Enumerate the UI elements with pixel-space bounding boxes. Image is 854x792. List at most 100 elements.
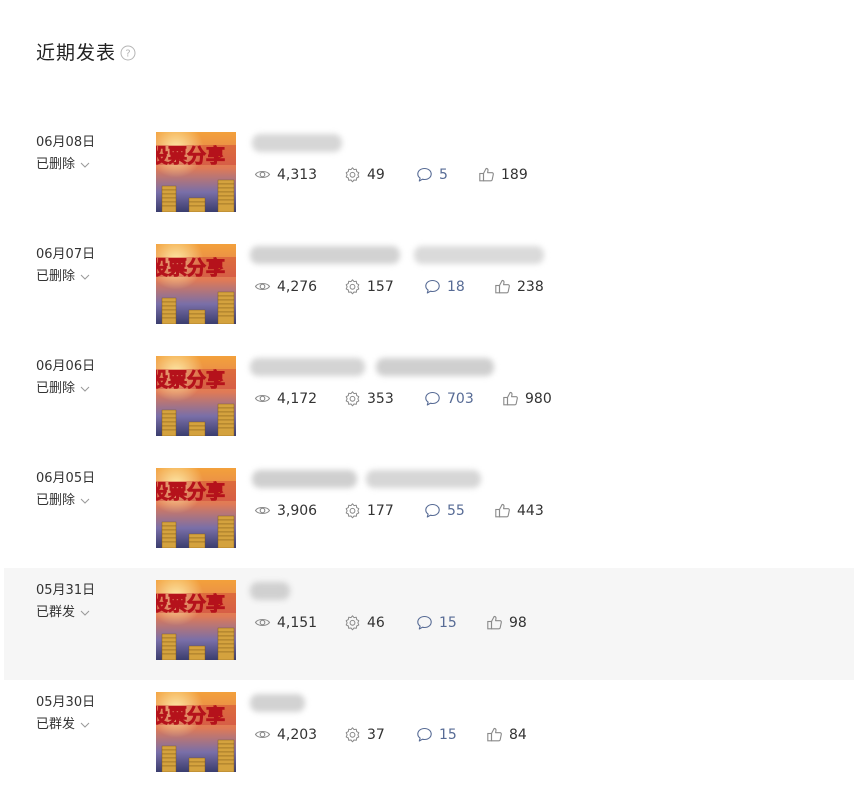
svg-text:股票分享: 股票分享 [156, 368, 225, 391]
views-count: 4,172 [277, 390, 318, 407]
eye-icon [254, 730, 271, 739]
chevron-down-icon [80, 610, 90, 616]
likes-stat: 98 [486, 614, 527, 631]
gear-share-icon [345, 167, 360, 183]
gear-share-icon [345, 391, 360, 407]
likes-stat: 980 [502, 390, 552, 407]
shares-stat: 157 [344, 278, 424, 295]
comments-count: 703 [447, 390, 474, 407]
post-date: 06月07日 [36, 247, 96, 262]
likes-count: 98 [509, 614, 527, 631]
eye-icon [254, 282, 271, 291]
question-circle-icon[interactable]: ? [120, 45, 136, 61]
gear-share-icon [345, 279, 360, 295]
eye-icon [254, 618, 271, 627]
post-row[interactable]: 06月06日 已删除 股票分享 4,172 353 703 980 [0, 344, 854, 456]
gear-share-icon [345, 727, 360, 743]
post-status-label: 已删除 [36, 493, 76, 508]
post-date: 05月31日 [36, 583, 96, 598]
post-status-dropdown[interactable]: 已删除 [36, 380, 95, 398]
thumbs-up-icon [495, 503, 510, 518]
comments-stat[interactable]: 55 [424, 502, 494, 519]
views-count: 4,313 [277, 166, 318, 183]
comments-count: 55 [447, 502, 465, 519]
shares-stat: 353 [344, 390, 424, 407]
views-count: 4,151 [277, 614, 318, 631]
comment-icon [417, 167, 432, 182]
post-thumbnail[interactable]: 股票分享 [156, 244, 236, 324]
likes-stat: 84 [486, 726, 527, 743]
comment-icon [425, 503, 440, 518]
comments-stat[interactable]: 703 [424, 390, 502, 407]
post-status-dropdown[interactable]: 已群发 [36, 716, 95, 734]
chevron-down-icon [80, 274, 90, 280]
section-header: 近期发表 ? [36, 38, 136, 65]
eye-icon [254, 394, 271, 403]
shares-stat: 37 [344, 726, 416, 743]
views-stat: 4,151 [254, 614, 344, 631]
post-thumbnail[interactable]: 股票分享 [156, 356, 236, 436]
post-status-dropdown[interactable]: 已删除 [36, 156, 95, 174]
thumbs-up-icon [487, 727, 502, 742]
comments-stat[interactable]: 15 [416, 726, 486, 743]
post-row[interactable]: 05月31日 已群发 股票分享 4,151 46 15 98 [4, 568, 854, 680]
likes-stat: 189 [478, 166, 528, 183]
likes-count: 443 [517, 502, 544, 519]
post-date: 06月05日 [36, 471, 96, 486]
eye-icon [254, 506, 271, 515]
shares-count: 46 [367, 614, 385, 631]
shares-count: 353 [367, 390, 394, 407]
svg-text:股票分享: 股票分享 [156, 592, 225, 615]
comments-stat[interactable]: 15 [416, 614, 486, 631]
post-thumbnail[interactable]: 股票分享 [156, 132, 236, 212]
comments-stat[interactable]: 18 [424, 278, 494, 295]
eye-icon [254, 170, 271, 179]
likes-count: 980 [525, 390, 552, 407]
shares-stat: 46 [344, 614, 416, 631]
thumbs-up-icon [495, 279, 510, 294]
views-count: 4,276 [277, 278, 318, 295]
post-row[interactable]: 05月30日 已群发 股票分享 4,203 37 15 84 [0, 680, 854, 792]
likes-stat: 238 [494, 278, 544, 295]
recent-posts-page: 近期发表 ? 06月08日 已删除 股票分享 4,313 49 5 189 06… [0, 0, 854, 779]
post-list: 06月08日 已删除 股票分享 4,313 49 5 189 06月07日 已删… [0, 120, 854, 792]
svg-text:股票分享: 股票分享 [156, 144, 225, 167]
comments-stat[interactable]: 5 [416, 166, 478, 183]
chevron-down-icon [80, 498, 90, 504]
svg-text:股票分享: 股票分享 [156, 704, 225, 727]
post-status-label: 已删除 [36, 157, 76, 172]
views-stat: 4,313 [254, 166, 344, 183]
post-status-dropdown[interactable]: 已删除 [36, 492, 95, 510]
likes-count: 84 [509, 726, 527, 743]
shares-count: 177 [367, 502, 394, 519]
post-date: 06月06日 [36, 359, 96, 374]
svg-text:?: ? [125, 48, 130, 59]
comments-count: 15 [439, 726, 457, 743]
chevron-down-icon [80, 162, 90, 168]
shares-count: 157 [367, 278, 394, 295]
post-row[interactable]: 06月08日 已删除 股票分享 4,313 49 5 189 [0, 120, 854, 232]
views-stat: 4,203 [254, 726, 344, 743]
post-status-label: 已群发 [36, 605, 76, 620]
comment-icon [425, 279, 440, 294]
shares-stat: 49 [344, 166, 416, 183]
comment-icon [417, 727, 432, 742]
views-stat: 4,172 [254, 390, 344, 407]
post-status-label: 已群发 [36, 717, 76, 732]
post-date: 06月08日 [36, 135, 96, 150]
views-count: 3,906 [277, 502, 318, 519]
post-row[interactable]: 06月05日 已删除 股票分享 3,906 177 55 443 [0, 456, 854, 568]
post-status-dropdown[interactable]: 已删除 [36, 268, 95, 286]
chevron-down-icon [80, 386, 90, 392]
post-thumbnail[interactable]: 股票分享 [156, 580, 236, 660]
post-date: 05月30日 [36, 695, 96, 710]
thumbs-up-icon [503, 391, 518, 406]
post-row[interactable]: 06月07日 已删除 股票分享 4,276 157 18 238 [0, 232, 854, 344]
post-thumbnail[interactable]: 股票分享 [156, 692, 236, 772]
post-status-dropdown[interactable]: 已群发 [36, 604, 95, 622]
post-thumbnail[interactable]: 股票分享 [156, 468, 236, 548]
shares-count: 49 [367, 166, 385, 183]
gear-share-icon [345, 615, 360, 631]
views-stat: 3,906 [254, 502, 344, 519]
svg-text:股票分享: 股票分享 [156, 256, 225, 279]
